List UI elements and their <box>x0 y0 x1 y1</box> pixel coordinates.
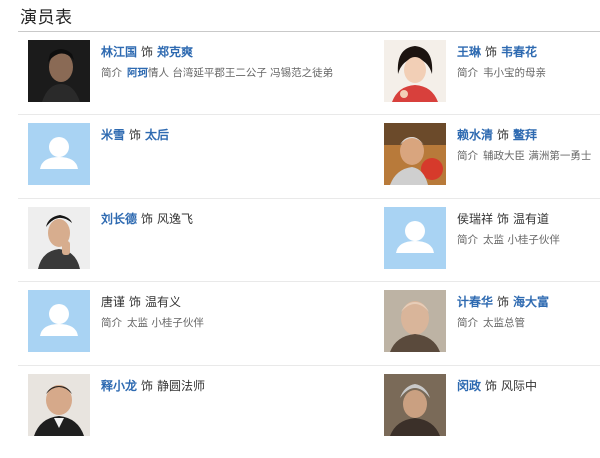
intro-label: 简介 <box>101 67 122 79</box>
role-name: 风逸飞 <box>157 211 194 226</box>
cast-card: 刘长德饰风逸飞 <box>28 206 278 271</box>
actor-name[interactable]: 释小龙 <box>101 379 137 393</box>
actor-name[interactable]: 计春华 <box>457 295 493 309</box>
role-name[interactable]: 韦春花 <box>501 45 537 59</box>
cast-card: 释小龙饰静圆法师 <box>28 373 278 438</box>
role-separator: 饰 <box>497 295 510 310</box>
role-separator: 饰 <box>497 128 510 143</box>
intro-label: 简介 <box>457 150 478 163</box>
cast-row: 林江国饰郑克爽 简介 阿珂情人 台湾延平郡王二公子 冯锡范之徒弟 王琳 饰 韦春… <box>18 32 600 116</box>
actor-photo[interactable] <box>384 290 446 353</box>
description-text: 情人 台湾延平郡王二公子 冯锡范之徒弟 <box>148 67 334 79</box>
role-name: 风际中 <box>501 378 538 393</box>
role-separator: 饰 <box>141 378 154 393</box>
role-description: 简介 太监 小桂子伙伴 <box>101 316 281 330</box>
role-description: 简介 阿珂情人 台湾延平郡王二公子 冯锡范之徒弟 <box>101 66 333 80</box>
role-description: 简介 太监 小桂子伙伴 <box>457 233 600 247</box>
intro-label: 简介 <box>457 233 478 246</box>
description-text: 太监总管 <box>483 317 525 330</box>
actor-photo[interactable] <box>28 373 90 436</box>
intro-label: 简介 <box>101 317 122 330</box>
actor-photo[interactable] <box>384 373 446 436</box>
cast-card: 计春华饰海大富 简介 太监总管 <box>384 290 600 354</box>
role-separator: 饰 <box>485 378 498 393</box>
section-title: 演员表 <box>20 8 73 28</box>
description-text: 太监 小桂子伙伴 <box>483 233 560 246</box>
cast-card: 王琳饰韦春花 简介 韦小宝的母亲 <box>384 40 600 104</box>
cast-card: 米雪饰太后 <box>28 123 278 187</box>
actor-name[interactable]: 赖水清 <box>457 128 493 142</box>
role-name: 温有义 <box>145 295 182 310</box>
role-separator: 饰 <box>485 45 498 59</box>
description-link[interactable]: 阿珂 <box>127 67 148 79</box>
role-name[interactable]: 郑克爽 <box>157 45 193 59</box>
role-separator: 饰 <box>141 211 154 226</box>
placeholder-avatar-icon[interactable] <box>28 290 90 353</box>
description-text: 韦小宝的母亲 <box>483 67 546 79</box>
actor-photo[interactable] <box>384 123 446 186</box>
cast-row: 刘长德饰风逸飞 侯瑞祥饰温有道 简介 太监 小桂子伙伴 <box>18 199 600 283</box>
role-name: 温有道 <box>513 211 550 226</box>
role-name[interactable]: 海大富 <box>513 295 549 309</box>
actor-name[interactable]: 米雪 <box>101 128 125 142</box>
cast-grid: 林江国饰郑克爽 简介 阿珂情人 台湾延平郡王二公子 冯锡范之徒弟 王琳 饰 韦春… <box>18 32 600 449</box>
role-name[interactable]: 鳌拜 <box>513 128 537 142</box>
role-description: 简介 太监总管 <box>457 316 600 330</box>
placeholder-avatar-icon[interactable] <box>28 123 90 186</box>
cast-card: 闵政饰风际中 <box>384 373 600 438</box>
role-separator: 饰 <box>129 295 142 310</box>
actor-photo[interactable] <box>28 206 90 269</box>
cast-row: 米雪饰太后 赖水清饰鳌拜 简介 辅政大臣 满洲第一勇士 <box>18 115 600 199</box>
description-text: 辅政大臣 满洲第一勇士 <box>483 150 592 163</box>
intro-label: 简介 <box>457 67 478 79</box>
actor-photo[interactable] <box>28 40 90 102</box>
actress-photo[interactable] <box>384 40 446 102</box>
cast-card: 唐谨饰温有义 简介 太监 小桂子伙伴 <box>28 290 278 354</box>
cast-row: 唐谨饰温有义 简介 太监 小桂子伙伴 计春华饰海大富 简介 太监总管 <box>18 282 600 366</box>
actor-name[interactable]: 闵政 <box>457 379 481 393</box>
role-description: 简介 辅政大臣 满洲第一勇士 <box>457 149 600 163</box>
description-text: 太监 小桂子伙伴 <box>127 317 204 330</box>
role-separator: 饰 <box>141 45 154 59</box>
cast-card: 林江国饰郑克爽 简介 阿珂情人 台湾延平郡王二公子 冯锡范之徒弟 <box>28 40 333 104</box>
actor-name: 唐谨 <box>101 295 126 310</box>
placeholder-avatar-icon[interactable] <box>384 206 446 269</box>
cast-card: 侯瑞祥饰温有道 简介 太监 小桂子伙伴 <box>384 206 600 271</box>
role-description: 简介 韦小宝的母亲 <box>457 66 600 80</box>
actor-name[interactable]: 林江国 <box>101 45 137 59</box>
actor-name[interactable]: 王琳 <box>457 45 481 59</box>
role-name: 静圆法师 <box>157 378 206 393</box>
cast-card: 赖水清饰鳌拜 简介 辅政大臣 满洲第一勇士 <box>384 123 600 187</box>
intro-label: 简介 <box>457 317 478 330</box>
cast-row: 释小龙饰静圆法师 闵政饰风际中 <box>18 366 600 449</box>
role-name[interactable]: 太后 <box>145 128 169 142</box>
actor-name: 侯瑞祥 <box>457 211 494 226</box>
role-separator: 饰 <box>129 128 142 143</box>
actor-name[interactable]: 刘长德 <box>101 212 137 226</box>
role-separator: 饰 <box>497 211 510 226</box>
